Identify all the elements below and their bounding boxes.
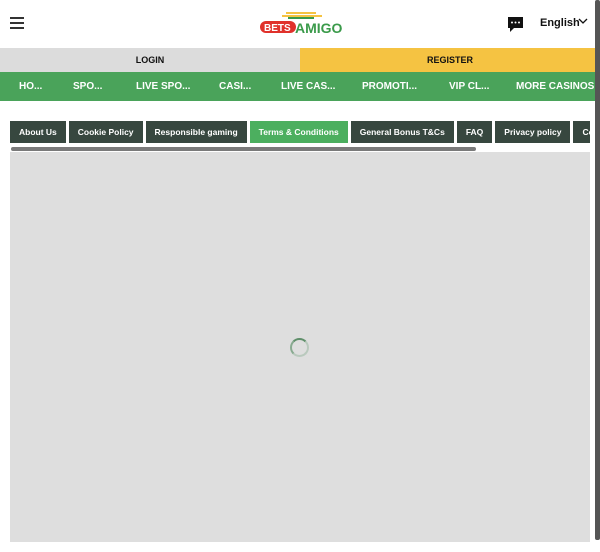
language-selector[interactable]: English bbox=[540, 17, 580, 29]
tab-terms-conditions[interactable]: Terms & Conditions bbox=[249, 121, 348, 143]
nav-item-vip-club[interactable]: VIP CL... bbox=[449, 81, 489, 92]
svg-text:AMIGO: AMIGO bbox=[295, 20, 342, 36]
tab-faq[interactable]: FAQ bbox=[456, 121, 493, 143]
tab-general-bonus[interactable]: General Bonus T&Cs bbox=[350, 121, 454, 143]
logo[interactable]: BETS AMIGO bbox=[260, 10, 342, 36]
page-scrollbar[interactable] bbox=[595, 0, 600, 540]
svg-text:BETS: BETS bbox=[264, 23, 291, 34]
login-button[interactable]: LOGIN bbox=[0, 48, 300, 72]
nav-item-sports[interactable]: SPO... bbox=[73, 81, 102, 92]
nav-item-home[interactable]: HO... bbox=[19, 81, 42, 92]
main-nav: HO... SPO... LIVE SPO... CASI... LIVE CA… bbox=[0, 72, 600, 101]
nav-item-promotions[interactable]: PROMOTI... bbox=[362, 81, 417, 92]
hamburger-icon[interactable] bbox=[10, 17, 24, 29]
nav-item-live-sports[interactable]: LIVE SPO... bbox=[136, 81, 190, 92]
register-button[interactable]: REGISTER bbox=[300, 48, 600, 72]
chat-icon[interactable] bbox=[507, 16, 524, 33]
nav-item-more-casinos[interactable]: MORE CASINOS bbox=[516, 81, 594, 92]
nav-item-casino[interactable]: CASI... bbox=[219, 81, 251, 92]
tabs-scrollbar[interactable] bbox=[11, 147, 476, 151]
tab-contact[interactable]: Co bbox=[573, 121, 590, 143]
header: BETS AMIGO English bbox=[0, 0, 600, 48]
tab-about-us[interactable]: About Us bbox=[10, 121, 66, 143]
nav-item-live-casino[interactable]: LIVE CAS... bbox=[281, 81, 335, 92]
info-tabs: About Us Cookie Policy Responsible gaming T… bbox=[10, 121, 590, 143]
chevron-down-icon[interactable] bbox=[578, 17, 588, 25]
tab-cookie-policy[interactable]: Cookie Policy bbox=[68, 121, 143, 143]
tab-privacy-policy[interactable]: Privacy policy bbox=[495, 121, 571, 143]
loading-spinner-icon bbox=[290, 338, 309, 357]
tab-responsible-gaming[interactable]: Responsible gaming bbox=[145, 121, 247, 143]
